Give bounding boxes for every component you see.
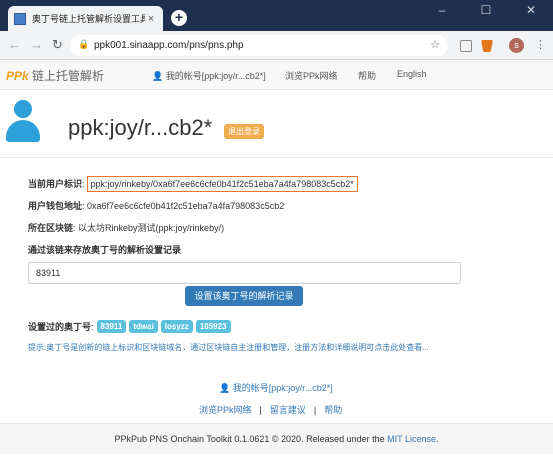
odin-number-input[interactable] <box>28 262 461 284</box>
favicon-icon <box>14 12 26 25</box>
minimize-button[interactable]: – <box>420 0 464 22</box>
footer-text: PPkPub PNS Onchain Toolkit 0.1.0621 © 20… <box>114 434 388 444</box>
footer-my-account-link[interactable]: 👤 我的帐号[ppk:joy/r...cb2*] <box>219 381 333 394</box>
tab-title: 奥丁号链上托管解析设置工具 <box>32 14 145 24</box>
address-bar: ← → ↻ 🔒 ppk001.sinaapp.com/pns/pns.php ☆… <box>0 31 553 60</box>
footer-my-account-label: 我的帐号[ppk:joy/r...cb2*] <box>232 383 333 393</box>
back-icon[interactable]: ← <box>8 37 21 52</box>
footer-help-link[interactable]: 帮助 <box>324 405 342 415</box>
used-numbers-label: 设置过的奥丁号 <box>28 322 92 332</box>
profile-name: ppk:joy/r...cb2* <box>68 115 213 140</box>
footer-feedback-link[interactable]: 留言建议 <box>270 405 306 415</box>
chain-value: 以太坊Rinkeby测试(ppk:joy/rinkeby/) <box>78 223 225 233</box>
page-footer: PPkPub PNS Onchain Toolkit 0.1.0621 © 20… <box>0 423 553 454</box>
user-avatar-icon <box>6 100 40 142</box>
lock-icon[interactable]: 🔒 <box>78 39 89 50</box>
wallet-value: 0xa6f7ee6c6cfe0b41f2c51eba7a4fa798083c5c… <box>87 201 285 211</box>
chain-label: 所在区块链 <box>28 223 74 233</box>
url-field[interactable]: 🔒 ppk001.sinaapp.com/pns/pns.php ☆ <box>70 35 448 56</box>
footer-browse-link[interactable]: 浏览PPk网络 <box>199 405 252 415</box>
footer-links: 浏览PPk网络 | 留言建议 | 帮助 <box>199 405 343 415</box>
used-tag[interactable]: 105923 <box>195 320 231 333</box>
user-id-value[interactable]: ppk:joy/rinkeby/0xa6f7ee6c6cfe0b41f2c51e… <box>86 176 358 192</box>
nav-browse[interactable]: 浏览PPk网络 <box>285 69 338 82</box>
url-text[interactable]: ppk001.sinaapp.com/pns/pns.php <box>94 40 244 51</box>
metamask-fox-icon[interactable] <box>481 40 493 52</box>
forward-icon[interactable]: → <box>30 37 43 52</box>
set-record-button[interactable]: 设置该奥丁号的解析记录 <box>185 286 303 306</box>
user-icon: 👤 <box>219 383 231 393</box>
profile-avatar[interactable]: s <box>509 38 524 53</box>
browser-tab[interactable]: 奥丁号链上托管解析设置工具 × <box>8 6 163 31</box>
user-icon: 👤 <box>152 71 164 81</box>
site-navbar: PPk 链上托管解析 👤 我的帐号[ppk:joy/r...cb2*] 浏览PP… <box>0 60 553 90</box>
browser-tab-strip: 奥丁号链上托管解析设置工具 × + – ☐ ✕ <box>0 0 553 31</box>
new-tab-button[interactable]: + <box>171 10 187 26</box>
record-intro: 通过该链来存放奥丁号的解析设置记录 <box>28 245 182 255</box>
license-link[interactable]: MIT License <box>387 434 436 444</box>
brand-text: 链上托管解析 <box>32 69 105 83</box>
browser-menu-icon[interactable]: ⋮ <box>535 38 546 51</box>
user-id-label: 当前用户标识 <box>28 179 83 189</box>
maximize-button[interactable]: ☐ <box>464 0 508 22</box>
used-tag[interactable]: 83911 <box>96 320 127 333</box>
reload-icon[interactable]: ↻ <box>52 37 63 53</box>
footer-end: . <box>436 434 439 444</box>
divider <box>0 157 553 158</box>
close-window-button[interactable]: ✕ <box>509 0 553 22</box>
used-numbers-row: 设置过的奥丁号: 83911 tdwai losyzz 105923 <box>28 320 231 333</box>
brand-logo[interactable]: PPk 链上托管解析 <box>6 67 104 84</box>
wallet-row: 用户钱包地址: 0xa6f7ee6c6cfe0b41f2c51eba7a4fa7… <box>28 201 285 211</box>
nav-help[interactable]: 帮助 <box>358 69 376 82</box>
nav-english[interactable]: English <box>397 69 427 79</box>
chain-row: 所在区块链: 以太坊Rinkeby测试(ppk:joy/rinkeby/) <box>28 223 225 233</box>
bookmark-star-icon[interactable]: ☆ <box>430 38 440 51</box>
nav-my-account-label: 我的帐号[ppk:joy/r...cb2*] <box>165 71 266 81</box>
status-bar <box>0 454 553 474</box>
brand-prefix: PPk <box>6 69 29 83</box>
used-tag[interactable]: losyzz <box>160 320 193 333</box>
extension-icon[interactable] <box>460 40 472 52</box>
used-tag[interactable]: tdwai <box>129 320 158 333</box>
hint-link[interactable]: 提示:奥丁号是创新的链上标识和区块链域名，通过区块链自主注册和管理，注册方法和详… <box>28 342 429 353</box>
nav-my-account[interactable]: 👤 我的帐号[ppk:joy/r...cb2*] <box>152 69 266 82</box>
close-tab-icon[interactable]: × <box>145 13 157 25</box>
wallet-label: 用户钱包地址 <box>28 201 83 211</box>
user-id-row: 当前用户标识: ppk:joy/rinkeby/0xa6f7ee6c6cfe0b4… <box>28 176 358 192</box>
logout-button[interactable]: 退出登录 <box>224 124 264 139</box>
